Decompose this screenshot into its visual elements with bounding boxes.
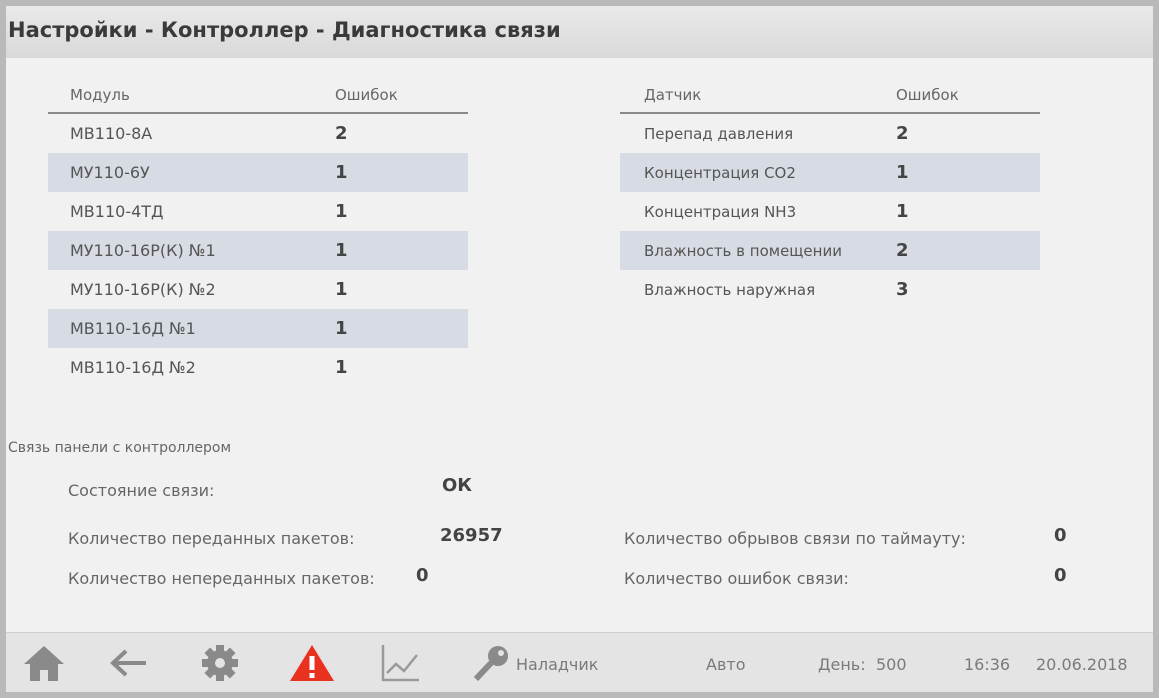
home-button[interactable] [20,643,68,683]
screen: Настройки - Контроллер - Диагностика свя… [6,6,1153,692]
sensor-errors: 3 [896,279,909,300]
sensors-col-errors: Ошибок [896,64,1040,114]
user-role: Наладчик [516,655,599,674]
module-name: МВ110-8А [70,124,153,143]
trends-button[interactable] [376,643,424,683]
alarms-button[interactable] [286,643,338,683]
sensor-name: Концентрация СО2 [620,153,896,192]
day-label: День: [818,655,866,674]
timeout-breaks-value: 0 [1054,525,1067,546]
sensor-name: Влажность в помещении [620,231,896,270]
modules-table: Модуль Ошибок МВ110-8А 2 МУ110-6У 1 МВ11… [48,64,468,387]
module-row[interactable]: МВ110-16Д №1 1 [48,309,468,348]
module-errors: 1 [335,201,348,222]
modules-col-errors: Ошибок [335,64,468,114]
sensor-row[interactable]: Концентрация СО2 1 [620,153,1040,192]
settings-button[interactable] [196,643,244,683]
key-icon [473,646,508,682]
module-row[interactable]: МВ110-8А 2 [48,113,468,153]
trend-chart-icon [381,645,419,682]
sent-packets-value: 26957 [440,525,503,546]
module-errors: 1 [335,231,468,270]
title-bar: Настройки - Контроллер - Диагностика свя… [6,6,1153,58]
day-value: 500 [876,655,907,674]
sensor-row[interactable]: Влажность в помещении 2 [620,231,1040,270]
sensor-name: Влажность наружная [644,280,816,299]
sensors-table-header: Датчик Ошибок [620,64,1040,114]
module-name: МВ110-16Д №1 [48,309,335,348]
sensor-errors: 2 [896,123,909,144]
module-row[interactable]: МУ110-16Р(К) №1 1 [48,231,468,270]
sensor-row[interactable]: Перепад давления 2 [620,113,1040,153]
modules-table-header: Модуль Ошибок [48,64,468,114]
modules-col-name: Модуль [48,64,335,114]
back-button[interactable] [104,643,152,683]
module-name: МУ110-6У [48,153,335,192]
module-errors: 1 [335,279,348,300]
page-title: Настройки - Контроллер - Диагностика свя… [8,18,561,42]
sent-packets-label: Количество переданных пакетов: [68,529,355,548]
module-errors: 1 [335,309,468,348]
sensor-row[interactable]: Влажность наружная 3 [620,270,1040,309]
sensor-name: Перепад давления [644,124,794,143]
module-row[interactable]: МВ110-16Д №2 1 [48,348,468,387]
unsent-packets-label: Количество непереданных пакетов: [68,569,375,588]
back-arrow-icon [110,649,146,677]
mode-status: Авто [706,655,746,674]
module-errors: 2 [335,123,348,144]
module-name: МВ110-4ТД [70,202,164,221]
bottom-nav-bar: Наладчик Авто День: 500 16:36 20.06.2018 [6,632,1153,692]
sensor-errors: 1 [896,153,1040,192]
panel-link-section-label: Связь панели с контроллером [8,440,232,456]
module-row[interactable]: МВ110-4ТД 1 [48,192,468,231]
link-status-label: Состояние связи: [68,481,215,500]
sensor-row[interactable]: Концентрация NH3 1 [620,192,1040,231]
timeout-breaks-label: Количество обрывов связи по таймауту: [624,529,966,548]
link-status-value: ОК [442,475,473,496]
sensor-errors: 2 [896,231,1040,270]
gear-icon [202,645,238,681]
clock-time: 16:36 [964,655,1011,674]
module-row[interactable]: МУ110-16Р(К) №2 1 [48,270,468,309]
module-name: МУ110-16Р(К) №2 [70,280,216,299]
module-row[interactable]: МУ110-6У 1 [48,153,468,192]
sensor-errors: 1 [896,201,909,222]
module-name: МУ110-16Р(К) №1 [48,231,335,270]
link-errors-value: 0 [1054,565,1067,586]
sensors-col-name: Датчик [620,64,896,114]
login-button[interactable] [470,643,514,683]
link-errors-label: Количество ошибок связи: [624,569,849,588]
alarm-warning-icon [290,645,334,681]
home-icon [24,646,64,681]
clock-date: 20.06.2018 [1036,655,1128,674]
module-name: МВ110-16Д №2 [70,358,196,377]
unsent-packets-value: 0 [416,565,429,586]
module-errors: 1 [335,357,348,378]
sensor-name: Концентрация NH3 [644,202,797,221]
sensors-table: Датчик Ошибок Перепад давления 2 Концент… [620,64,1040,309]
module-errors: 1 [335,153,468,192]
